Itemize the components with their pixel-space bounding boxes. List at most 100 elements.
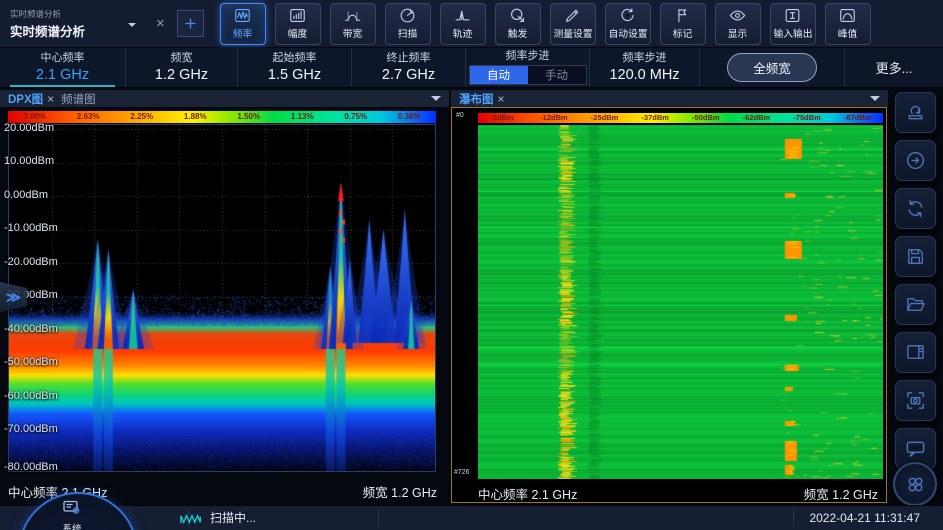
- toggle-option-manual[interactable]: 手动: [528, 66, 586, 84]
- colorbar-label: -12dBm: [529, 113, 580, 123]
- screenshot-icon: [904, 389, 927, 412]
- toolbar-button-amplitude[interactable]: 幅度: [275, 3, 321, 45]
- marker-icon: [673, 6, 692, 25]
- sidebar-button-refresh[interactable]: [895, 188, 936, 229]
- param-span[interactable]: 频宽 1.2 GHz: [126, 48, 238, 87]
- y-axis-label: -50.00dBm: [4, 356, 58, 368]
- preset-recall-icon: [904, 101, 927, 124]
- toolbar-label: 频率: [233, 27, 253, 41]
- toolbar-button-trace[interactable]: 轨迹: [440, 3, 486, 45]
- colorbar-label: -87dBm: [832, 113, 883, 123]
- run-icon: [904, 149, 927, 172]
- toolbar-button-auto-setup[interactable]: 自动设置: [605, 3, 651, 45]
- toolbar-button-io[interactable]: 输入输出: [770, 3, 816, 45]
- toolbar-buttons: 频率 幅度 带宽 扫描 轨迹 触发: [220, 3, 871, 45]
- navigation-flower-icon: [904, 473, 927, 496]
- waterfall-display[interactable]: [478, 125, 883, 479]
- chevron-down-icon[interactable]: [870, 96, 880, 106]
- auto-setup-icon: [618, 6, 637, 25]
- row-start-label: #0: [456, 112, 464, 119]
- save-icon: [904, 245, 927, 268]
- param-label: 频宽: [171, 52, 193, 66]
- window-title-small: 实时频谱分析: [10, 8, 61, 20]
- toolbar-button-trigger[interactable]: 触发: [495, 3, 541, 45]
- tab-spectrum[interactable]: 频谱图: [61, 91, 96, 107]
- y-axis-label: -80.00dBm: [4, 461, 58, 473]
- add-view-button[interactable]: [177, 10, 204, 37]
- colorbar-label: -75dBm: [782, 113, 833, 123]
- layout-icon: [904, 341, 927, 364]
- sidebar-button-navigation[interactable]: [893, 462, 937, 506]
- dpx-spectrum-display[interactable]: [9, 125, 435, 471]
- close-icon[interactable]: ×: [47, 92, 54, 106]
- toolbar-button-frequency[interactable]: 频率: [220, 3, 266, 45]
- param-label: 中心频率: [41, 52, 85, 66]
- y-axis-label: -40.00dBm: [4, 323, 58, 335]
- amplitude-icon: [288, 6, 307, 25]
- param-value: 1.2 GHz: [155, 67, 208, 83]
- close-icon[interactable]: ×: [498, 92, 505, 106]
- footer-span: 频宽 1.2 GHz: [363, 482, 437, 501]
- scan-status-text: 扫描中...: [210, 506, 256, 530]
- divider: [378, 511, 379, 526]
- spectrum-analyzer-app: 实时频谱分析 实时频谱分析 × 频率 幅度 带宽: [0, 0, 943, 530]
- toolbar-label: 幅度: [288, 27, 308, 41]
- tab-waterfall[interactable]: 瀑布图 ×: [459, 91, 505, 107]
- full-span-button[interactable]: 全频宽: [727, 53, 817, 82]
- toolbar-button-peak[interactable]: 峰值: [825, 3, 871, 45]
- io-icon: [783, 6, 802, 25]
- sidebar-button-layout[interactable]: [895, 332, 936, 373]
- toolbar-button-measure-settings[interactable]: 测量设置: [550, 3, 596, 45]
- sidebar-button-run[interactable]: [895, 140, 936, 181]
- param-value: 1.5 GHz: [268, 67, 321, 83]
- status-bar: 扫描中... 2022-04-21 11:31:47: [0, 505, 943, 530]
- footer-center-frequency: 中心频率 2.1 GHz: [478, 484, 577, 503]
- plus-icon: [182, 15, 199, 32]
- more-button[interactable]: 更多...: [876, 58, 913, 77]
- toolbar-label: 测量设置: [553, 27, 592, 41]
- chevron-down-icon[interactable]: [431, 96, 441, 106]
- display-icon: [728, 6, 747, 25]
- sidebar-button-open[interactable]: [895, 284, 936, 325]
- tab-dpx[interactable]: DPX图 ×: [8, 91, 54, 107]
- param-step-value[interactable]: 频率步进 120.0 MHz: [590, 48, 700, 87]
- param-value: 2.7 GHz: [382, 67, 435, 83]
- toolbar-button-marker[interactable]: 标记: [660, 3, 706, 45]
- sidebar-button-preset-recall[interactable]: [895, 92, 936, 133]
- scpi-icon: SCPI: [904, 437, 927, 460]
- dpx-plot-area[interactable]: [8, 124, 436, 472]
- dpx-tab-bar: DPX图 × 频谱图: [0, 90, 449, 107]
- sidebar-button-save[interactable]: [895, 236, 936, 277]
- toolbar-button-display[interactable]: 显示: [715, 3, 761, 45]
- window-title-block[interactable]: 实时频谱分析 实时频谱分析: [10, 4, 150, 44]
- param-start-frequency[interactable]: 起始频率 1.5 GHz: [238, 48, 352, 87]
- system-label: 系统: [44, 521, 100, 530]
- waterfall-tab-bar: 瀑布图 ×: [451, 90, 888, 107]
- colorbar-label: 0.38%: [383, 111, 437, 123]
- divider: [793, 511, 794, 526]
- y-axis-label: -10.00dBm: [4, 222, 58, 234]
- chevron-down-icon[interactable]: [128, 23, 136, 31]
- step-mode-toggle: 自动 手动: [469, 65, 587, 85]
- toolbar-label: 触发: [508, 27, 528, 41]
- right-sidebar: SCPI: [888, 88, 943, 505]
- waterfall-panel: 瀑布图 × #0 0dBm -12dBm -25dBm -37dBm -50dB…: [451, 88, 888, 505]
- measure-settings-icon: [563, 6, 582, 25]
- sidebar-button-screenshot[interactable]: [895, 380, 936, 421]
- tab-label: 频谱图: [61, 91, 96, 107]
- footer-span: 频宽 1.2 GHz: [804, 484, 878, 503]
- y-axis-label: -60.00dBm: [4, 390, 58, 402]
- y-axis-label: -20.00dBm: [4, 256, 58, 268]
- param-value: 120.0 MHz: [609, 67, 679, 83]
- colorbar-label: 0dBm: [478, 113, 529, 123]
- param-center-frequency[interactable]: 中心频率 2.1 GHz: [0, 48, 126, 87]
- toolbar-label: 扫描: [398, 27, 418, 41]
- bandwidth-icon: [343, 6, 362, 25]
- close-icon[interactable]: ×: [150, 15, 171, 32]
- sweep-icon: [398, 6, 417, 25]
- peak-icon: [838, 6, 857, 25]
- toolbar-button-sweep[interactable]: 扫描: [385, 3, 431, 45]
- param-stop-frequency[interactable]: 终止频率 2.7 GHz: [352, 48, 466, 87]
- toolbar-button-bandwidth[interactable]: 带宽: [330, 3, 376, 45]
- toggle-option-auto[interactable]: 自动: [470, 66, 528, 84]
